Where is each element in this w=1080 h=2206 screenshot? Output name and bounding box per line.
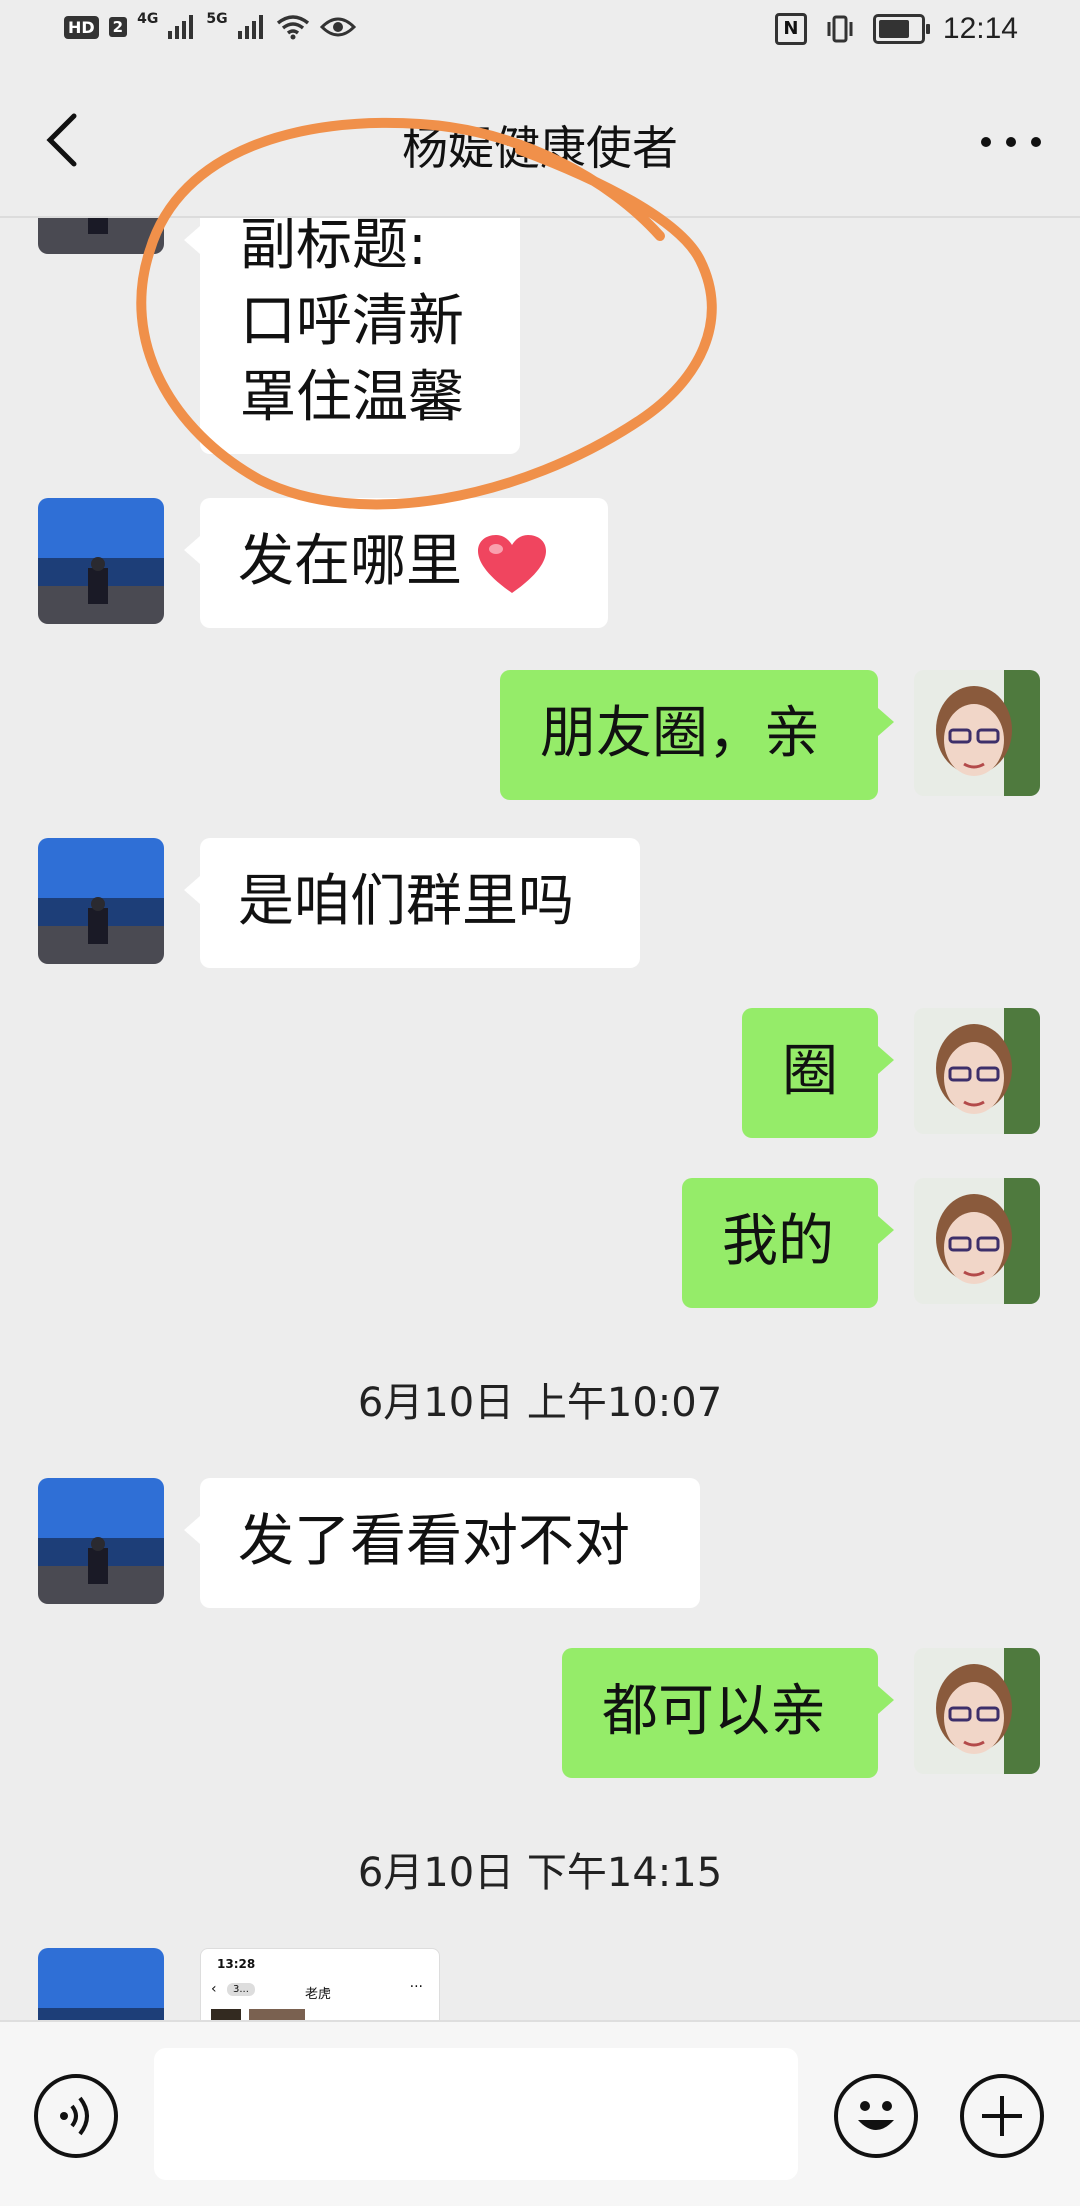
message-text: 发在哪里 bbox=[238, 529, 462, 594]
shared-image-message[interactable]: 13:28 ‹ 3... 老虎 ··· bbox=[200, 1948, 440, 2020]
heart-emoji bbox=[478, 534, 546, 593]
chat-header: 杨媞健康使者 bbox=[0, 66, 1080, 218]
user-avatar[interactable] bbox=[914, 1648, 1040, 1774]
more-options-button[interactable] bbox=[976, 122, 1046, 162]
contact-avatar[interactable] bbox=[38, 498, 164, 624]
user-avatar[interactable] bbox=[914, 670, 1040, 796]
message-bubble-outgoing[interactable]: 都可以亲 bbox=[562, 1648, 894, 1778]
user-avatar[interactable] bbox=[914, 1008, 1040, 1134]
signal-icon bbox=[168, 15, 194, 39]
message-bubble-incoming[interactable]: 发了看看对不对 bbox=[184, 1478, 700, 1608]
message-text: 圈 bbox=[782, 1039, 838, 1104]
thumb-chip: 3... bbox=[227, 1983, 255, 1996]
plus-icon bbox=[982, 2096, 1022, 2136]
emoji-icon bbox=[858, 2101, 894, 2130]
network-5g-label: 5G bbox=[206, 11, 228, 27]
sim-indicator: 2 bbox=[108, 17, 128, 37]
thumb-time: 13:28 bbox=[217, 1957, 256, 1971]
message-text: 发了看看对不对 bbox=[238, 1509, 630, 1574]
contact-avatar[interactable] bbox=[38, 838, 164, 964]
more-dots-icon bbox=[981, 137, 1041, 147]
status-bar: HD 2 4G 5G N 12:14 bbox=[0, 0, 1080, 66]
thumb-title: 老虎 bbox=[305, 1987, 332, 2002]
thumb-more-icon: ··· bbox=[409, 1979, 423, 1995]
hd-indicator: HD bbox=[64, 15, 99, 39]
header-divider bbox=[0, 216, 1080, 218]
message-text: 我的 bbox=[722, 1209, 834, 1274]
timestamp: 6月10日 上午10:07 bbox=[357, 1380, 723, 1426]
message-bubble-outgoing[interactable]: 圈 bbox=[742, 1008, 894, 1138]
contact-avatar[interactable] bbox=[38, 1478, 164, 1604]
message-bubble-outgoing[interactable]: 我的 bbox=[682, 1178, 894, 1308]
voice-icon bbox=[60, 2096, 89, 2136]
emoji-button[interactable] bbox=[834, 2074, 918, 2158]
voice-button[interactable] bbox=[34, 2074, 118, 2158]
status-right: N 12:14 bbox=[774, 12, 1018, 46]
contact-avatar[interactable] bbox=[38, 218, 164, 254]
eye-icon bbox=[319, 17, 356, 37]
message-text: 是咱们群里吗 bbox=[238, 869, 574, 934]
thumb-image bbox=[211, 2009, 241, 2020]
nfc-icon: N bbox=[774, 13, 807, 45]
status-time: 12:14 bbox=[942, 12, 1018, 45]
wifi-icon bbox=[276, 15, 309, 40]
network-4g-label: 4G bbox=[137, 11, 159, 27]
message-bubble-outgoing[interactable]: 朋友圈，亲 bbox=[500, 670, 894, 800]
thumb-image bbox=[249, 2009, 305, 2020]
input-bar bbox=[0, 2020, 1080, 2206]
timestamp: 6月10日 下午14:15 bbox=[357, 1850, 723, 1896]
message-text-line: 口呼清新 bbox=[240, 289, 464, 354]
battery-icon bbox=[872, 14, 930, 44]
message-input[interactable] bbox=[154, 2048, 798, 2180]
user-avatar[interactable] bbox=[914, 1178, 1040, 1304]
chat-title: 杨媞健康使者 bbox=[402, 121, 678, 175]
thumb-back-icon: ‹ bbox=[211, 1981, 217, 1997]
vibrate-icon bbox=[827, 15, 853, 43]
status-left: HD 2 4G 5G bbox=[64, 11, 356, 40]
plus-button[interactable] bbox=[960, 2074, 1044, 2158]
signal-icon bbox=[237, 15, 263, 39]
contact-avatar[interactable] bbox=[38, 1948, 164, 2020]
message-bubble-incoming[interactable]: 发在哪里 bbox=[184, 498, 608, 628]
message-bubble-incoming[interactable]: 副标题: 口呼清新 罩住温馨 bbox=[184, 218, 520, 454]
chat-area[interactable]: 副标题: 口呼清新 罩住温馨 发在哪里 朋友圈，亲 是咱们群里吗 圈 我的 6月… bbox=[0, 218, 1080, 2020]
message-text-line: 罩住温馨 bbox=[240, 365, 464, 430]
message-text: 都可以亲 bbox=[602, 1679, 826, 1744]
message-text: 朋友圈，亲 bbox=[540, 701, 820, 766]
message-text-line: 副标题: bbox=[240, 218, 427, 278]
message-bubble-incoming[interactable]: 是咱们群里吗 bbox=[184, 838, 640, 968]
